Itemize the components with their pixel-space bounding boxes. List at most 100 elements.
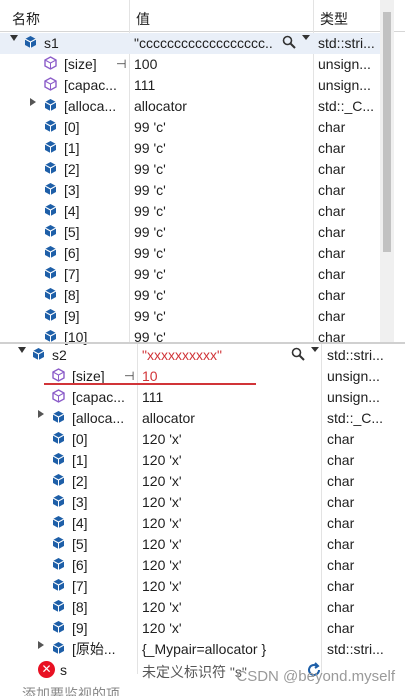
child-row[interactable]: [原始... {_Mypair=allocator } std::stri... — [0, 639, 390, 660]
expand-arrow-icon[interactable] — [38, 641, 44, 649]
child-value[interactable]: allocator — [142, 410, 312, 427]
child-row[interactable]: [0] 99 'c' char — [0, 117, 390, 138]
watch-error-value: 未定义标识符 "s" — [142, 664, 247, 680]
child-row[interactable]: [alloca... allocator std::_C... — [0, 96, 390, 117]
child-value[interactable]: 99 'c' — [134, 287, 304, 304]
child-row[interactable]: [8] 120 'x' char — [0, 597, 390, 618]
child-value[interactable]: 120 'x' — [142, 515, 312, 532]
child-value[interactable]: 99 'c' — [134, 140, 304, 157]
child-row[interactable]: [4] 99 'c' char — [0, 201, 390, 222]
field-icon — [44, 224, 57, 238]
text-visualizer-icon[interactable] — [291, 347, 305, 365]
child-value[interactable]: 99 'c' — [134, 224, 304, 241]
watch-error-name[interactable]: s — [60, 662, 67, 678]
s2-row[interactable]: s2 "xxxxxxxxxx" std::stri... — [0, 345, 390, 366]
field-icon — [44, 98, 57, 112]
child-row[interactable]: [5] 99 'c' char — [0, 222, 390, 243]
collapse-arrow-icon[interactable] — [10, 35, 18, 41]
child-row[interactable]: [5] 120 'x' char — [0, 534, 390, 555]
property-icon — [52, 389, 65, 403]
column-header-name[interactable]: 名称 — [12, 9, 40, 29]
child-row[interactable]: [0] 120 'x' char — [0, 429, 390, 450]
child-row[interactable]: [1] 120 'x' char — [0, 450, 390, 471]
child-row[interactable]: [size] ⊣ 100 unsign... — [0, 54, 390, 75]
child-value[interactable]: 99 'c' — [134, 161, 304, 178]
chevron-down-icon[interactable] — [302, 35, 310, 40]
child-row[interactable]: [7] 99 'c' char — [0, 264, 390, 285]
field-icon — [44, 308, 57, 322]
expand-arrow-icon[interactable] — [38, 410, 44, 418]
child-row[interactable]: [2] 99 'c' char — [0, 159, 390, 180]
child-value[interactable]: 99 'c' — [134, 119, 304, 136]
pin-icon[interactable]: ⊣ — [116, 56, 126, 73]
child-value[interactable]: 99 'c' — [134, 266, 304, 283]
variable-value[interactable]: "cccccccccccccccccc... — [134, 35, 274, 52]
child-row[interactable]: [3] 99 'c' char — [0, 180, 390, 201]
child-value[interactable]: {_Mypair=allocator } — [142, 641, 312, 658]
child-value[interactable]: allocator — [134, 98, 304, 115]
child-row[interactable]: [1] 99 'c' char — [0, 138, 390, 159]
child-value[interactable]: 111 — [142, 389, 312, 406]
child-name: [5] — [72, 536, 88, 552]
child-value[interactable]: 111 — [134, 77, 304, 94]
scrollbar-thumb[interactable] — [383, 12, 391, 252]
child-row[interactable]: [capac... 111 unsign... — [0, 387, 390, 408]
child-type: char — [318, 266, 346, 282]
column-header-value[interactable]: 值 — [136, 9, 150, 29]
child-row[interactable]: [2] 120 'x' char — [0, 471, 390, 492]
child-row[interactable]: [capac... 111 unsign... — [0, 75, 390, 96]
variable-name[interactable]: s1 — [44, 35, 59, 52]
child-name: [5] — [64, 224, 80, 240]
field-icon — [52, 515, 65, 529]
child-value[interactable]: 120 'x' — [142, 452, 312, 469]
watch-window-divider — [0, 342, 405, 344]
child-name: [1] — [64, 140, 80, 156]
child-value[interactable]: 120 'x' — [142, 578, 312, 595]
child-row[interactable]: [alloca... allocator std::_C... — [0, 408, 390, 429]
child-row[interactable]: [7] 120 'x' char — [0, 576, 390, 597]
collapse-arrow-icon[interactable] — [18, 347, 26, 353]
column-header-type[interactable]: 类型 — [320, 9, 348, 29]
child-value[interactable]: 100 — [134, 56, 304, 73]
text-visualizer-icon[interactable] — [282, 35, 296, 53]
child-value[interactable]: 99 'c' — [134, 182, 304, 199]
child-row[interactable]: [6] 99 'c' char — [0, 243, 390, 264]
child-value[interactable]: 120 'x' — [142, 557, 312, 574]
field-icon — [44, 329, 57, 343]
expand-arrow-icon[interactable] — [30, 98, 36, 106]
field-icon — [44, 182, 57, 196]
child-type: char — [318, 245, 346, 261]
child-value[interactable]: 120 'x' — [142, 536, 312, 553]
child-row[interactable]: [6] 120 'x' char — [0, 555, 390, 576]
child-type: char — [318, 224, 346, 240]
variable-name[interactable]: s2 — [52, 347, 67, 364]
chevron-down-icon[interactable] — [311, 347, 319, 352]
child-value[interactable]: 120 'x' — [142, 473, 312, 490]
field-icon — [52, 599, 65, 613]
child-value[interactable]: 99 'c' — [134, 308, 304, 325]
child-value[interactable]: 120 'x' — [142, 494, 312, 511]
child-row[interactable]: [3] 120 'x' char — [0, 492, 390, 513]
child-row[interactable]: [8] 99 'c' char — [0, 285, 390, 306]
child-name: [3] — [72, 494, 88, 510]
child-value[interactable]: 120 'x' — [142, 599, 312, 616]
child-row[interactable]: [9] 120 'x' char — [0, 618, 390, 639]
add-watch-placeholder[interactable]: 添加要监视的项 — [22, 684, 120, 696]
child-name: [2] — [64, 161, 80, 177]
child-row[interactable]: [9] 99 'c' char — [0, 306, 390, 327]
child-name: [3] — [64, 182, 80, 198]
child-row[interactable]: [4] 120 'x' char — [0, 513, 390, 534]
child-type: char — [327, 578, 355, 594]
variable-value[interactable]: "xxxxxxxxxx" — [142, 347, 282, 364]
child-value[interactable]: 120 'x' — [142, 620, 312, 637]
child-name: [8] — [72, 599, 88, 615]
child-type: char — [318, 119, 346, 135]
child-name: [9] — [64, 308, 80, 324]
s1-row[interactable]: s1 "cccccccccccccccccc... std::stri... — [0, 33, 390, 54]
child-value[interactable]: 120 'x' — [142, 431, 312, 448]
child-value[interactable]: 99 'c' — [134, 203, 304, 220]
field-icon — [52, 473, 65, 487]
child-value[interactable]: 99 'c' — [134, 245, 304, 262]
child-type: char — [318, 140, 346, 156]
child-name: [原始... — [72, 641, 116, 657]
